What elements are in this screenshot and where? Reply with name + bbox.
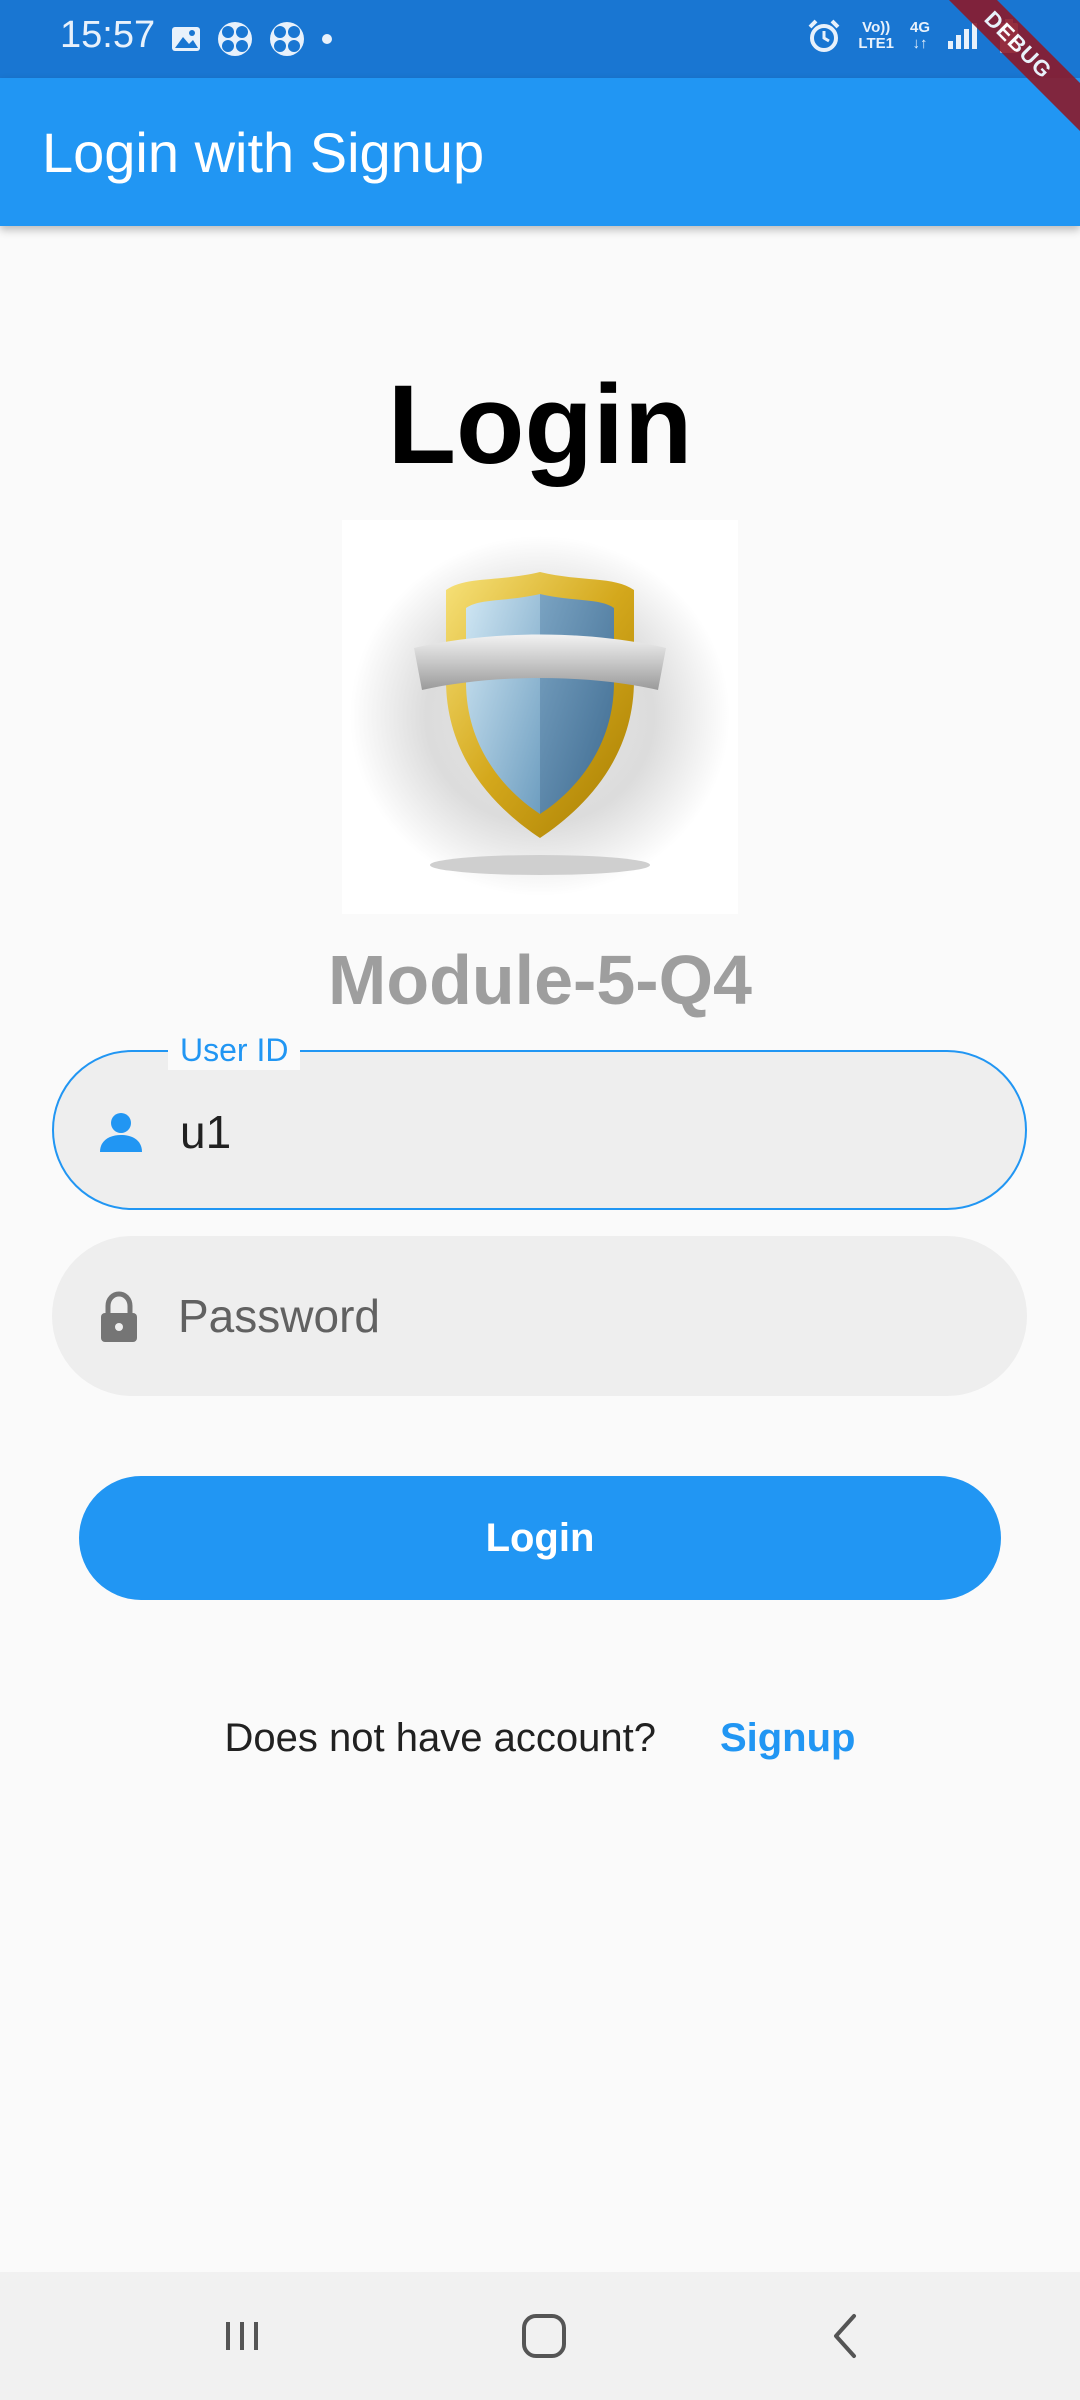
login-button[interactable]: Login [79,1476,1001,1600]
signup-row: Does not have account? Signup [0,1716,1080,1761]
lock-icon [101,1291,137,1342]
user-id-label: User ID [168,1030,301,1070]
shield-icon [350,536,730,896]
gallery-icon [172,27,200,51]
page-title: Login [387,362,693,487]
fan-icon [270,22,304,56]
app-bar: Login with Signup [0,78,1080,226]
app-bar-title: Login with Signup [42,121,485,184]
password-input[interactable] [178,1276,978,1356]
module-label: Module-5-Q4 [328,941,752,1019]
user-id-field[interactable]: User ID [52,1030,1027,1210]
shield-logo [342,520,738,914]
dot-icon [322,34,332,44]
data-indicator: 4G ↓↑ [909,19,930,52]
status-time: 15:57 [60,14,156,56]
notification-icons [170,20,334,58]
home-icon[interactable] [514,2306,574,2366]
system-nav-bar [0,2272,1080,2400]
signup-link[interactable]: Signup [720,1716,856,1761]
person-icon [100,1113,142,1152]
status-bar: 15:57 Vo)) LTE1 4G ↓↑ [0,0,1080,78]
recents-icon[interactable] [212,2306,272,2366]
alarm-icon [809,19,840,52]
volte-indicator: Vo)) LTE1 [858,19,894,52]
password-field[interactable] [52,1236,1027,1396]
fan-icon [218,22,252,56]
user-id-input[interactable] [180,1092,980,1172]
signup-prompt: Does not have account? [224,1716,656,1760]
back-icon[interactable] [816,2306,876,2366]
